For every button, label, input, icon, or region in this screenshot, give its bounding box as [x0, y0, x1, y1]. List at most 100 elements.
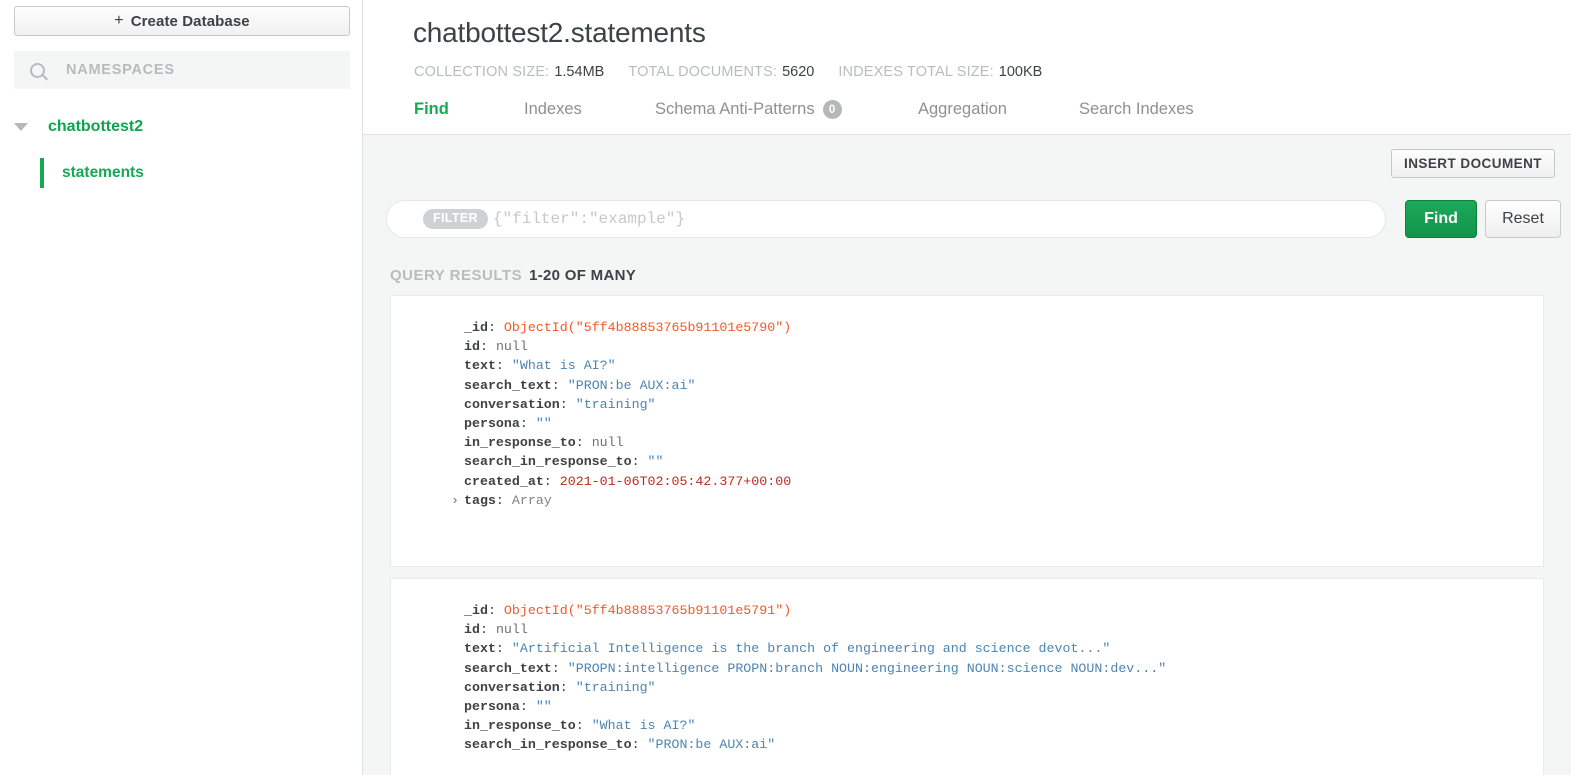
field-value: "Artificial Intelligence is the branch o… — [511, 641, 1111, 657]
field-separator: : — [551, 660, 568, 676]
field-value: null — [591, 435, 624, 451]
query-results-label: QUERY RESULTS — [390, 266, 523, 284]
tab-indexes[interactable]: Indexes — [524, 100, 655, 119]
stat-indexes-total-size-value: 100KB — [998, 64, 1043, 80]
field-value: ObjectId("5ff4b88853765b91101e5791") — [503, 603, 792, 618]
plus-icon: + — [114, 12, 124, 29]
sidebar-database-chatbottest2[interactable]: chatbottest2 — [0, 112, 363, 142]
field-separator: : — [551, 377, 568, 393]
tab-schema-anti-patterns[interactable]: Schema Anti-Patterns 0 — [655, 100, 918, 119]
field-value: "training" — [575, 396, 656, 412]
field-separator: : — [575, 435, 592, 451]
field-value: "training" — [575, 679, 656, 695]
document-field-row: in_response_to: "What is AI?" — [464, 716, 1543, 735]
field-separator: : — [575, 718, 592, 734]
field-separator: : — [479, 339, 496, 355]
document-field-row: persona: "" — [464, 697, 1543, 716]
field-separator: : — [559, 679, 576, 695]
sidebar-collection-statements[interactable]: statements — [0, 158, 363, 188]
tab-aggregation[interactable]: Aggregation — [918, 100, 1079, 119]
reset-button[interactable]: Reset — [1485, 200, 1561, 238]
field-key: search_text — [464, 377, 552, 393]
collection-tabs: Find Indexes Schema Anti-Patterns 0 Aggr… — [414, 100, 1194, 119]
field-key: text — [464, 358, 496, 374]
stat-total-documents-value: 5620 — [782, 64, 815, 80]
field-value: null — [495, 622, 528, 638]
tab-search-indexes[interactable]: Search Indexes — [1079, 100, 1194, 119]
field-separator: : — [631, 454, 648, 470]
field-key: search_text — [464, 660, 552, 676]
document-field-row: persona: "" — [464, 414, 1543, 433]
tab-schema-anti-patterns-label: Schema Anti-Patterns — [655, 100, 815, 118]
field-key: search_in_response_to — [464, 737, 632, 753]
field-key: in_response_to — [464, 718, 576, 734]
document-field-row: text: "Artificial Intelligence is the br… — [464, 639, 1543, 658]
field-separator: : — [487, 603, 504, 618]
field-key: created_at — [464, 473, 544, 489]
field-value: "PRON:be AUX:ai" — [567, 377, 696, 393]
document-field-row: search_text: "PROPN:intelligence PROPN:b… — [464, 659, 1543, 678]
documents-toolbar: INSERT DOCUMENT — [363, 135, 1571, 193]
tab-search-indexes-label: Search Indexes — [1079, 100, 1194, 118]
field-key: text — [464, 641, 496, 657]
document-field-row: created_at: 2021-01-06T02:05:42.377+00:0… — [464, 472, 1543, 491]
page-title: chatbottest2.statements — [413, 17, 706, 48]
chevron-right-icon[interactable]: › — [451, 491, 459, 510]
tab-find[interactable]: Find — [414, 100, 524, 119]
chevron-down-icon[interactable] — [14, 123, 28, 131]
stat-total-documents-label: TOTAL DOCUMENTS: — [628, 64, 778, 80]
collection-header: chatbottest2.statements COLLECTION SIZE:… — [363, 0, 1571, 135]
field-separator: : — [479, 622, 496, 638]
document-field-row: search_in_response_to: "" — [464, 452, 1543, 471]
document-card[interactable]: _id: ObjectId("5ff4b88853765b91101e5790"… — [390, 295, 1544, 567]
stat-total-documents: TOTAL DOCUMENTS: 5620 — [628, 64, 814, 80]
field-separator: : — [559, 396, 576, 412]
field-key: _id — [464, 320, 488, 335]
sidebar: + Create Database NAMESPACES chatbottest… — [0, 0, 363, 775]
document-fields: _id: ObjectId("5ff4b88853765b91101e5790"… — [391, 318, 1543, 510]
field-value: "" — [535, 699, 552, 715]
database-name-label: chatbottest2 — [48, 118, 144, 135]
field-separator: : — [495, 492, 512, 508]
find-button[interactable]: Find — [1405, 200, 1477, 238]
filter-input[interactable]: FILTER {"filter":"example"} — [386, 200, 1386, 238]
namespaces-search-placeholder: NAMESPACES — [66, 62, 175, 78]
field-separator: : — [631, 737, 648, 753]
field-separator: : — [495, 358, 512, 374]
tab-indexes-label: Indexes — [524, 100, 582, 118]
field-key: conversation — [464, 679, 560, 695]
field-value: Array — [511, 492, 552, 508]
document-field-row: in_response_to: null — [464, 433, 1543, 452]
namespaces-search-input[interactable]: NAMESPACES — [14, 51, 350, 89]
field-separator: : — [519, 699, 536, 715]
document-field-row: id: null — [464, 620, 1543, 639]
search-icon — [30, 62, 45, 78]
field-key: search_in_response_to — [464, 454, 632, 470]
document-card[interactable]: _id: ObjectId("5ff4b88853765b91101e5791"… — [390, 578, 1544, 775]
main-content: chatbottest2.statements COLLECTION SIZE:… — [363, 0, 1571, 775]
stat-collection-size-label: COLLECTION SIZE: — [414, 64, 550, 80]
field-value: ObjectId("5ff4b88853765b91101e5790") — [503, 320, 792, 335]
stat-indexes-total-size-label: INDEXES TOTAL SIZE: — [838, 64, 994, 80]
document-field-row: id: null — [464, 337, 1543, 356]
document-field-row: _id: ObjectId("5ff4b88853765b91101e5790"… — [464, 318, 1543, 337]
stat-collection-size-value: 1.54MB — [554, 64, 605, 80]
filter-placeholder-text: {"filter":"example"} — [492, 210, 685, 228]
field-key: tags — [464, 492, 496, 508]
field-separator: : — [543, 473, 560, 489]
field-value: "What is AI?" — [511, 358, 616, 374]
document-field-row: search_in_response_to: "PRON:be AUX:ai" — [464, 735, 1543, 754]
create-database-button[interactable]: + Create Database — [14, 6, 350, 36]
document-fields: _id: ObjectId("5ff4b88853765b91101e5791"… — [391, 601, 1543, 755]
tab-find-label: Find — [414, 100, 449, 118]
field-value: "PRON:be AUX:ai" — [647, 737, 776, 753]
field-key: id — [464, 622, 480, 638]
reset-button-label: Reset — [1502, 210, 1544, 227]
document-field-row: › tags: Array — [451, 491, 1543, 510]
field-value: "What is AI?" — [591, 718, 696, 734]
insert-document-button[interactable]: INSERT DOCUMENT — [1391, 149, 1555, 178]
document-field-row: conversation: "training" — [464, 395, 1543, 414]
field-value: "PROPN:intelligence PROPN:branch NOUN:en… — [567, 660, 1167, 676]
field-key: persona — [464, 416, 520, 432]
field-separator: : — [487, 320, 504, 335]
